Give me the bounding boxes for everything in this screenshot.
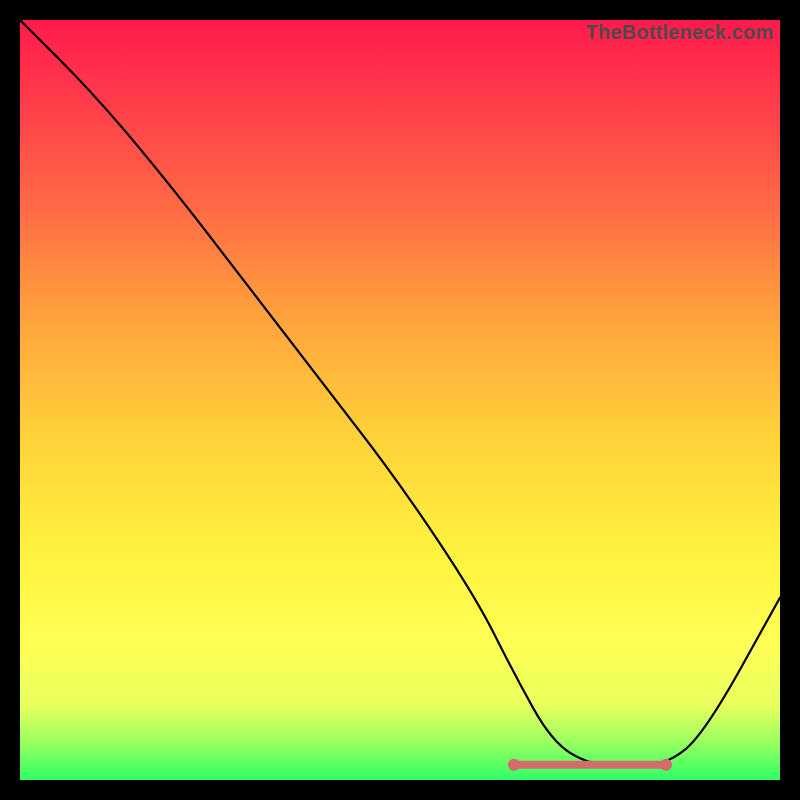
flat-region-end-dot (660, 759, 672, 771)
curve-path (20, 20, 780, 765)
flat-region-start-dot (508, 759, 520, 771)
chart-frame: TheBottleneck.com (20, 20, 780, 780)
bottleneck-curve (20, 20, 780, 780)
